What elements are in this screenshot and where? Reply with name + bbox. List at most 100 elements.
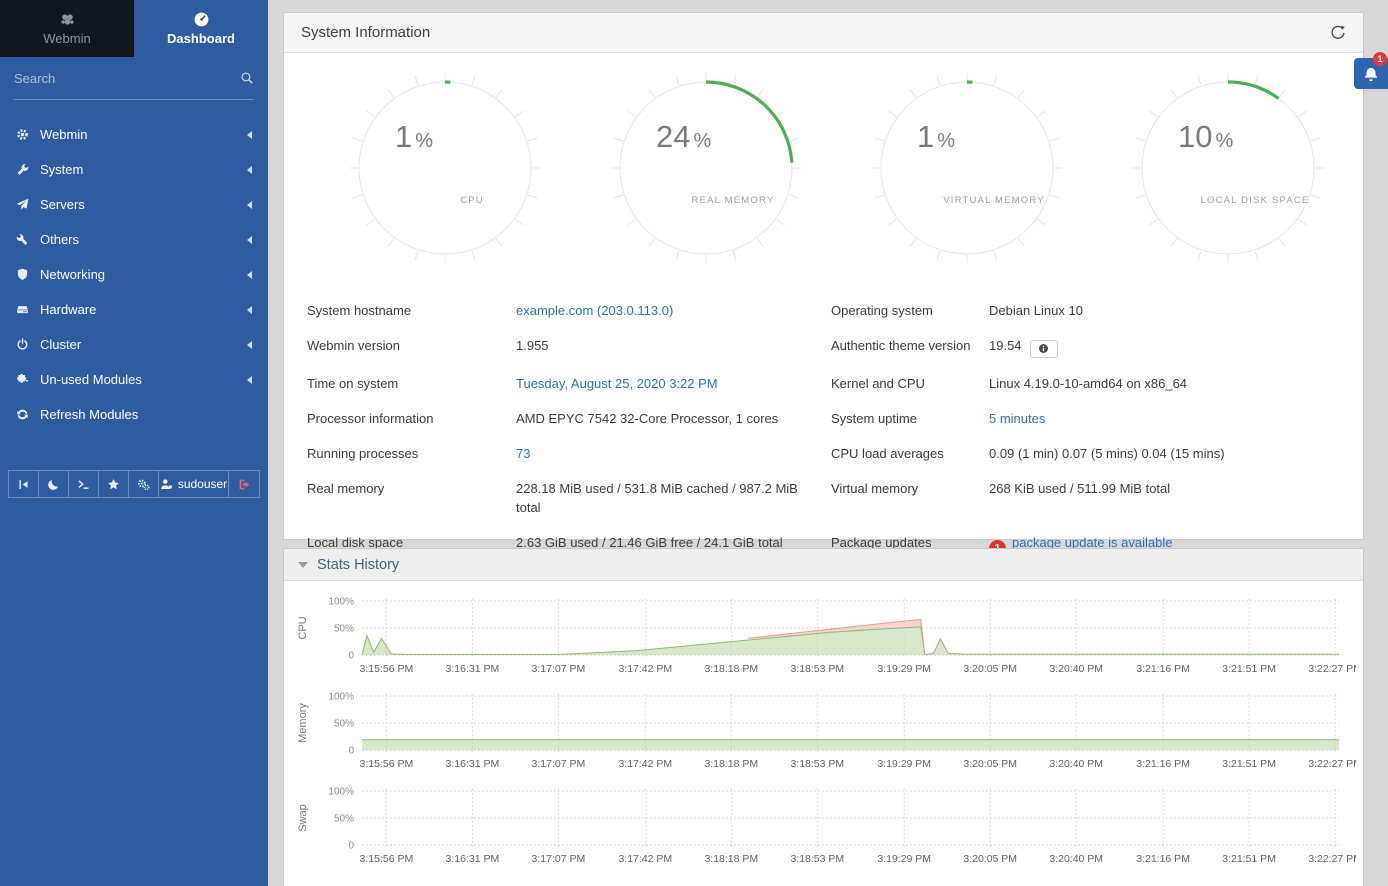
memory-stats-row: 100%50%03:15:56 PM3:16:31 PM3:17:07 PM3:…	[292, 690, 1363, 785]
gauges-row: 1%CPU24%REAL MEMORY1%VIRTUAL MEMORY10%LO…	[284, 53, 1363, 263]
svg-text:3:17:07 PM: 3:17:07 PM	[532, 853, 586, 865]
info-value-real-memory: 228.18 MiB used / 531.8 MiB cached / 987…	[516, 471, 831, 525]
svg-text:3:17:07 PM: 3:17:07 PM	[532, 758, 586, 770]
puzzle-icon	[16, 373, 40, 386]
info-value-text: 268 KiB used / 511.99 MiB total	[989, 481, 1170, 496]
sidebar-search	[14, 57, 254, 100]
svg-text:0: 0	[348, 746, 354, 757]
sidebar-item-cluster[interactable]: Cluster	[0, 327, 268, 362]
night-mode-button[interactable]	[39, 471, 69, 497]
info-label: Virtual memory	[831, 471, 989, 525]
caret-left-icon	[247, 271, 252, 279]
svg-text:3:21:51 PM: 3:21:51 PM	[1222, 758, 1276, 770]
svg-text:3:18:18 PM: 3:18:18 PM	[704, 853, 758, 865]
tab-webmin-label: Webmin	[43, 31, 90, 46]
terminal-button[interactable]	[69, 471, 99, 497]
info-value-webmin-version: 1.955	[516, 328, 831, 366]
svg-text:3:22:27 PM: 3:22:27 PM	[1308, 853, 1356, 865]
svg-text:3:16:31 PM: 3:16:31 PM	[446, 758, 500, 770]
caret-left-icon	[247, 201, 252, 209]
svg-text:3:19:29 PM: 3:19:29 PM	[877, 663, 931, 675]
gear-icon	[16, 128, 40, 141]
sidebar-item-others[interactable]: Others	[0, 222, 268, 257]
wrench-icon	[16, 163, 40, 176]
power-icon	[16, 338, 40, 351]
svg-text:CPU: CPU	[297, 616, 309, 639]
svg-text:24%: 24%	[656, 119, 711, 154]
logout-icon	[238, 478, 251, 491]
logout-button[interactable]	[229, 471, 259, 497]
svg-text:100%: 100%	[328, 692, 354, 703]
refresh-icon	[16, 408, 40, 421]
info-value-link[interactable]: Tuesday, August 25, 2020 3:22 PM	[516, 376, 718, 391]
stats-history-title: Stats History	[317, 557, 399, 573]
svg-text:50%: 50%	[334, 814, 354, 825]
info-value-link[interactable]: 73	[516, 446, 530, 461]
svg-text:3:16:31 PM: 3:16:31 PM	[446, 853, 500, 865]
search-icon[interactable]	[240, 71, 254, 85]
info-label: Operating system	[831, 293, 989, 328]
caret-left-icon	[247, 306, 252, 314]
sidebar-item-webmin[interactable]: Webmin	[0, 117, 268, 152]
sidebar-item-system[interactable]: System	[0, 152, 268, 187]
info-value-running-processes: 73	[516, 436, 831, 471]
stats-history-header[interactable]: Stats History	[284, 549, 1363, 581]
svg-text:3:17:42 PM: 3:17:42 PM	[618, 758, 672, 770]
refresh-button[interactable]	[1330, 25, 1346, 41]
gauge-dial: 10%LOCAL DISK SPACE	[1133, 73, 1323, 263]
svg-text:3:19:29 PM: 3:19:29 PM	[877, 758, 931, 770]
collapse-caret-icon	[298, 562, 308, 568]
caret-left-icon	[247, 131, 252, 139]
svg-text:3:15:56 PM: 3:15:56 PM	[360, 663, 414, 675]
info-label: CPU load averages	[831, 436, 989, 471]
info-value-link[interactable]: 5 minutes	[989, 411, 1045, 426]
svg-text:0: 0	[348, 651, 354, 662]
panel-header: System Information	[284, 13, 1363, 53]
star-icon	[107, 478, 120, 491]
sidebar-item-networking[interactable]: Networking	[0, 257, 268, 292]
user-button[interactable]: sudouser	[159, 471, 229, 497]
info-value-text: 19.54	[989, 338, 1022, 353]
info-label: Kernel and CPU	[831, 366, 989, 401]
theme-config-button[interactable]	[129, 471, 159, 497]
svg-text:Memory: Memory	[297, 703, 309, 743]
caret-left-icon	[247, 166, 252, 174]
svg-text:LOCAL DISK SPACE: LOCAL DISK SPACE	[1200, 195, 1309, 206]
favorites-button[interactable]	[99, 471, 129, 497]
sidebar-item-hardware[interactable]: Hardware	[0, 292, 268, 327]
svg-text:REAL MEMORY: REAL MEMORY	[691, 195, 774, 206]
paper-plane-icon	[16, 198, 40, 211]
search-input[interactable]	[14, 71, 240, 86]
svg-text:0: 0	[348, 841, 354, 852]
info-label: Real memory	[307, 471, 516, 525]
gauge-cpu: 1% CPU	[314, 73, 575, 263]
notification-count-badge: 1	[1373, 52, 1387, 66]
collapse-sidebar-button[interactable]	[9, 471, 39, 497]
svg-text:3:15:56 PM: 3:15:56 PM	[360, 853, 414, 865]
tab-webmin[interactable]: Webmin	[0, 0, 134, 57]
caret-left-icon	[247, 341, 252, 349]
info-value-system-uptime: 5 minutes	[989, 401, 1353, 436]
svg-text:3:21:51 PM: 3:21:51 PM	[1222, 663, 1276, 675]
svg-text:3:21:16 PM: 3:21:16 PM	[1136, 663, 1190, 675]
bell-icon	[1363, 66, 1379, 82]
svg-text:3:20:05 PM: 3:20:05 PM	[963, 853, 1017, 865]
sidebar-menu: Webmin System ServersOthersNetworkingHardw…	[0, 100, 268, 432]
theme-info-button[interactable]	[1030, 340, 1058, 358]
info-value-link[interactable]: example.com (203.0.113.0)	[516, 303, 673, 318]
svg-text:3:17:42 PM: 3:17:42 PM	[618, 663, 672, 675]
sidebar-item-label: Webmin	[40, 127, 87, 142]
shield-icon	[16, 268, 40, 281]
svg-text:1%: 1%	[395, 119, 433, 154]
system-information-panel: System Information 1% CPU 24% REAL MEMORY 1%…	[283, 12, 1364, 540]
svg-text:3:22:27 PM: 3:22:27 PM	[1308, 758, 1356, 770]
sidebar-item-un-used-modules[interactable]: Un-used Modules	[0, 362, 268, 397]
info-label: Time on system	[307, 366, 516, 401]
svg-text:CPU: CPU	[460, 195, 484, 206]
sidebar-item-refresh-modules[interactable]: Refresh Modules	[0, 397, 268, 432]
caret-left-icon	[247, 376, 252, 384]
notifications-button[interactable]: 1	[1354, 58, 1388, 89]
sidebar-item-servers[interactable]: Servers	[0, 187, 268, 222]
sidebar-item-label: System	[40, 162, 83, 177]
tab-dashboard[interactable]: Dashboard	[134, 0, 268, 57]
